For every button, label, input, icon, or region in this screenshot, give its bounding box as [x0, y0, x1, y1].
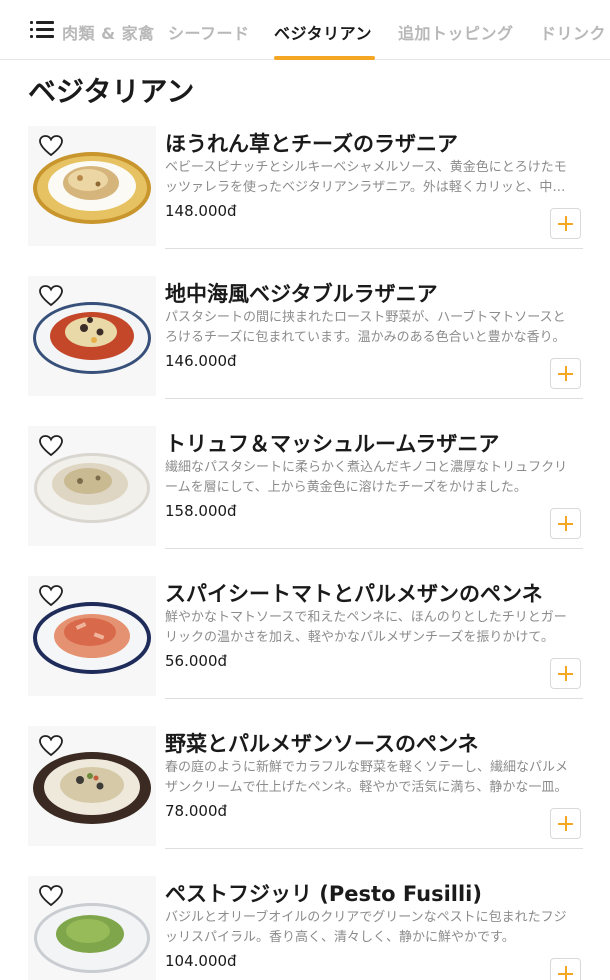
heart-outline-icon[interactable] [38, 134, 64, 158]
active-tab-indicator [274, 56, 375, 60]
item-name: ペストフジッリ (Pesto Fusilli) [165, 882, 482, 906]
item-name: 地中海風ベジタブルラザニア [165, 282, 438, 306]
tab-extra-toppings[interactable]: 追加トッピング [398, 20, 514, 44]
divider [165, 398, 583, 399]
heart-outline-icon[interactable] [38, 434, 64, 458]
tab-meat-poultry[interactable]: 肉類 & 家禽 [62, 20, 155, 44]
menu-item[interactable]: ペストフジッリ (Pesto Fusilli) バジルとオリーブオイルのクリアで… [28, 876, 588, 980]
heart-outline-icon[interactable] [38, 584, 64, 608]
category-nav: 肉類 & 家禽 シーフード ベジタリアン 追加トッピング ドリンク [0, 0, 610, 60]
item-price: 104.000đ [165, 952, 237, 970]
item-price: 148.000đ [165, 202, 237, 220]
divider [165, 698, 583, 699]
add-to-cart-button[interactable] [550, 358, 581, 389]
add-to-cart-button[interactable] [550, 658, 581, 689]
item-description: パスタシートの間に挟まれたロースト野菜が、ハーブトマトソースとろけるチーズに包ま… [165, 310, 566, 345]
item-description: 春の庭のように新鮮でカラフルな野菜を軽くソテーし、繊細なパルメザンクリームで仕上… [165, 760, 569, 795]
item-description: 繊細なパスタシートに柔らかく煮込んだキノコと濃厚なトリュフクリームを層にして、上… [165, 460, 568, 495]
add-to-cart-button[interactable] [550, 808, 581, 839]
item-description: 鮮やかなトマトソースで和えたペンネに、ほんのりとしたチリとガーリックの温かさを加… [165, 610, 567, 645]
item-description: バジルとオリーブオイルのクリアでグリーンなペストに包まれたフジッリスパイラル。香… [165, 910, 567, 945]
category-tabs: 肉類 & 家禽 シーフード ベジタリアン 追加トッピング ドリンク [60, 0, 610, 60]
item-name: トリュフ＆マッシュルームラザニア [165, 432, 500, 456]
tab-seafood[interactable]: シーフード [168, 20, 250, 44]
heart-outline-icon[interactable] [38, 284, 64, 308]
section-title: ベジタリアン [28, 75, 195, 108]
add-to-cart-button[interactable] [550, 508, 581, 539]
menu-item[interactable]: スパイシートマトとパルメザンのペンネ 鮮やかなトマトソースで和えたペンネに、ほん… [28, 576, 588, 726]
heart-outline-icon[interactable] [38, 884, 64, 908]
item-price: 158.000đ [165, 502, 237, 520]
item-name: スパイシートマトとパルメザンのペンネ [165, 582, 543, 606]
divider [165, 248, 583, 249]
item-name: ほうれん草とチーズのラザニア [165, 132, 458, 156]
divider [165, 848, 583, 849]
add-to-cart-button[interactable] [550, 208, 581, 239]
divider [165, 548, 583, 549]
item-name: 野菜とパルメザンソースのペンネ [165, 732, 479, 756]
menu-item[interactable]: トリュフ＆マッシュルームラザニア 繊細なパスタシートに柔らかく煮込んだキノコと濃… [28, 426, 588, 576]
add-to-cart-button[interactable] [550, 958, 581, 980]
tab-drinks[interactable]: ドリンク [540, 20, 606, 44]
hamburger-menu-icon[interactable] [30, 21, 54, 39]
item-price: 146.000đ [165, 352, 237, 370]
item-price: 78.000đ [165, 802, 228, 820]
tab-vegetarian[interactable]: ベジタリアン [274, 20, 372, 44]
heart-outline-icon[interactable] [38, 734, 64, 758]
menu-item[interactable]: 地中海風ベジタブルラザニア パスタシートの間に挟まれたロースト野菜が、ハーブトマ… [28, 276, 588, 426]
menu-item[interactable]: 野菜とパルメザンソースのペンネ 春の庭のように新鮮でカラフルな野菜を軽くソテーし… [28, 726, 588, 876]
item-description: ベビースピナッチとシルキーベシャメルソース、黄金色にとろけたモッツァレラを使った… [165, 160, 567, 195]
menu-item[interactable]: ほうれん草とチーズのラザニア ベビースピナッチとシルキーベシャメルソース、黄金色… [28, 126, 588, 276]
item-price: 56.000đ [165, 652, 228, 670]
